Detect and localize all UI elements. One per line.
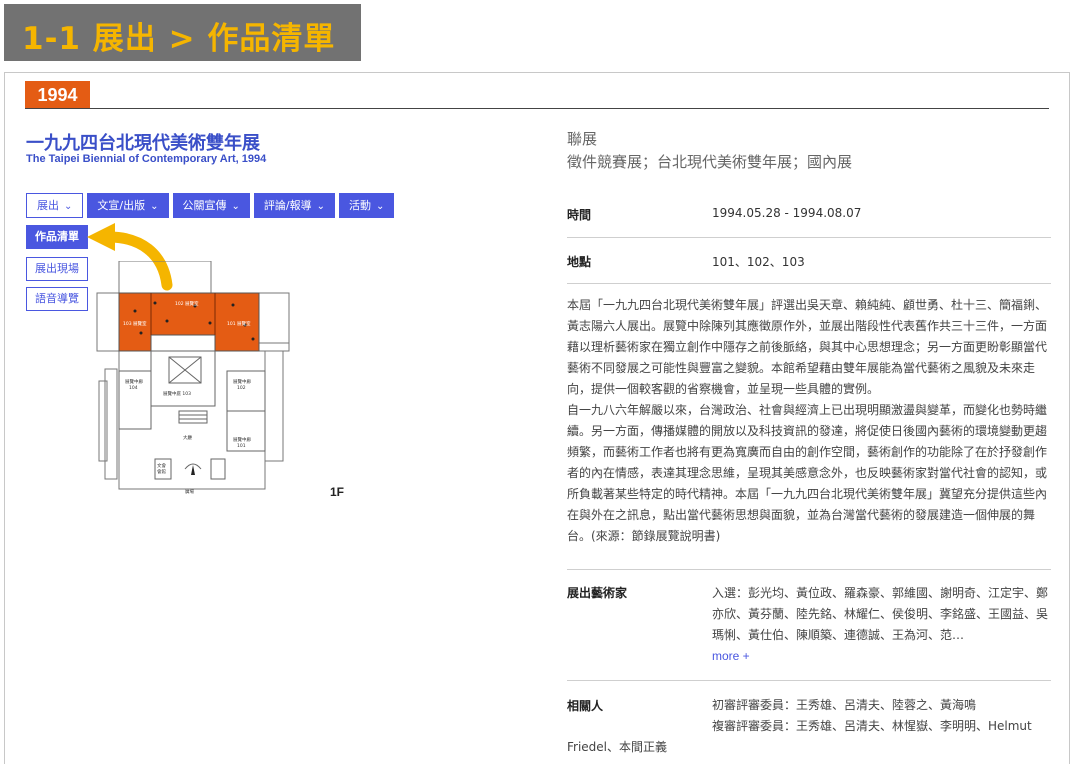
submenu-artwork-list[interactable]: 作品清單 bbox=[26, 225, 88, 249]
divider bbox=[567, 569, 1051, 570]
place-label: 地點 bbox=[567, 255, 592, 269]
tab-exhibition[interactable]: 展出 ⌄ bbox=[26, 193, 84, 218]
chevron-down-icon: ⌄ bbox=[376, 201, 385, 212]
tab-label: 文宣/出版 bbox=[97, 199, 146, 212]
svg-text:101 展覽室: 101 展覽室 bbox=[227, 320, 251, 327]
tab-label: 活動 bbox=[349, 199, 371, 212]
related-people-line1: 初審評審委員：王秀雄、呂清夫、陸蓉之、黃海鳴 bbox=[712, 698, 977, 712]
chevron-down-icon: ⌄ bbox=[316, 201, 325, 212]
divider bbox=[567, 680, 1051, 681]
year-badge: 1994 bbox=[25, 81, 90, 109]
svg-text:文會: 文會 bbox=[157, 462, 166, 469]
tab-reviews[interactable]: 評論/報導 ⌄ bbox=[253, 193, 335, 218]
exhibition-type: 聯展 bbox=[567, 130, 598, 148]
tab-publications[interactable]: 文宣/出版 ⌄ bbox=[87, 193, 169, 218]
svg-text:展覽中廊: 展覽中廊 bbox=[125, 378, 143, 385]
chevron-down-icon: ⌄ bbox=[64, 201, 73, 212]
svg-text:廣場: 廣場 bbox=[185, 488, 194, 495]
more-link[interactable]: more + bbox=[712, 649, 750, 663]
floor-label: 1F bbox=[330, 485, 345, 499]
exhibition-title-en: The Taipei Biennial of Contemporary Art,… bbox=[26, 153, 267, 165]
exhibition-panel: 1994 一九九四台北現代美術雙年展 The Taipei Biennial o… bbox=[4, 72, 1070, 764]
exhibition-title-zh[interactable]: 一九九四台北現代美術雙年展 bbox=[26, 129, 260, 155]
time-value: 1994.05.28 - 1994.08.07 bbox=[712, 206, 862, 220]
svg-text:展覽中廊: 展覽中廊 bbox=[233, 436, 251, 443]
description-paragraph: 本屆「一九九四台北現代美術雙年展」評選出吳天章、賴純純、顧世勇、杜十三、簡福鋓、… bbox=[567, 298, 1048, 396]
svg-text:展覽中庭 103: 展覽中庭 103 bbox=[163, 390, 191, 397]
svg-text:會館: 會館 bbox=[157, 468, 166, 475]
svg-text:101: 101 bbox=[237, 443, 246, 449]
time-label: 時間 bbox=[567, 208, 592, 222]
related-people-label: 相關人 bbox=[567, 699, 604, 713]
exhibition-description: 本屆「一九九四台北現代美術雙年展」評選出吳天章、賴純純、顧世勇、杜十三、簡福鋓、… bbox=[567, 295, 1051, 547]
year-divider bbox=[25, 108, 1049, 109]
description-paragraph: 自一九八六年解嚴以來，台灣政治、社會與經濟上已出現明顯激盪與變革，而變化也勢時繼… bbox=[567, 403, 1048, 543]
divider bbox=[567, 237, 1051, 238]
floor-plan-map[interactable]: 103 展覽室 102 展覽室 101 展覽室 展覽中廊104 展覽中庭 103… bbox=[95, 261, 305, 496]
category-tabs: 展出 ⌄ 文宣/出版 ⌄ 公關宣傳 ⌄ 評論/報導 ⌄ 活動 ⌄ bbox=[26, 193, 395, 218]
chevron-down-icon: ⌄ bbox=[231, 201, 240, 212]
svg-text:大廳: 大廳 bbox=[183, 434, 192, 441]
tab-events[interactable]: 活動 ⌄ bbox=[339, 193, 395, 218]
tab-label: 公關宣傳 bbox=[182, 199, 227, 212]
exhibition-category: 徵件競賽展；台北現代美術雙年展；國內展 bbox=[567, 153, 853, 171]
related-people-text: 複審評審委員：王秀雄、呂清夫、林惺嶽、李明明、Helmut Friedel、本間… bbox=[567, 719, 1032, 754]
artists-list: 入選：彭光均、黃位政、羅森豪、郭維國、謝明奇、江定宇、鄭亦欣、黃芬蘭、陸先銘、林… bbox=[712, 586, 1049, 642]
artists-label: 展出藝術家 bbox=[567, 586, 628, 600]
svg-text:103 展覽室: 103 展覽室 bbox=[123, 320, 147, 327]
svg-text:104: 104 bbox=[129, 385, 138, 391]
page-banner: 1-1 展出 > 作品清單 bbox=[4, 4, 361, 61]
tab-label: 評論/報導 bbox=[263, 199, 312, 212]
chevron-down-icon: ⌄ bbox=[150, 201, 159, 212]
place-value: 101、102、103 bbox=[712, 255, 805, 269]
svg-text:102: 102 bbox=[237, 385, 246, 391]
tab-publicity[interactable]: 公關宣傳 ⌄ bbox=[172, 193, 250, 218]
submenu-exhibition-views[interactable]: 展出現場 bbox=[26, 257, 88, 281]
submenu-audio-guide[interactable]: 語音導覽 bbox=[26, 287, 88, 311]
svg-text:102 展覽室: 102 展覽室 bbox=[175, 300, 199, 307]
svg-text:展覽中廊: 展覽中廊 bbox=[233, 378, 251, 385]
divider bbox=[567, 283, 1051, 284]
related-people-line2: 複審評審委員：王秀雄、呂清夫、林惺嶽、李明明、Helmut Friedel、本間… bbox=[567, 716, 1051, 758]
banner-title: 1-1 展出 > 作品清單 bbox=[22, 21, 336, 57]
tab-label: 展出 bbox=[37, 199, 59, 212]
